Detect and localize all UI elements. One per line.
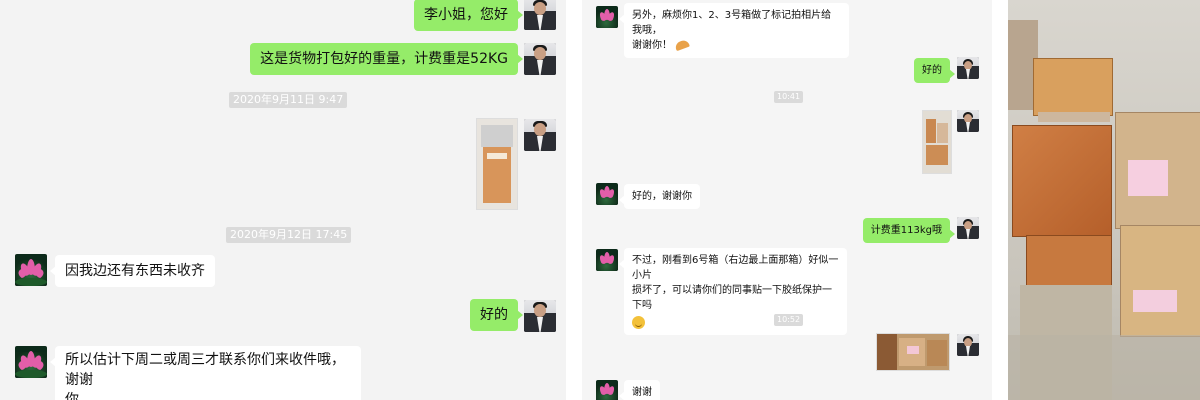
message-text: 谢谢 <box>632 387 652 398</box>
shipping-label <box>1133 290 1177 312</box>
message-text: 好的 <box>480 307 508 323</box>
pink-lotus-avatar[interactable] <box>596 183 618 205</box>
message-bubble-sent[interactable]: 这是货物打包好的重量，计费重是52KG <box>250 43 523 75</box>
cargo-boxes-photo <box>1008 0 1200 400</box>
message-bubble-sent[interactable]: 好的 <box>470 299 523 331</box>
message-bubble-received[interactable]: 所以估计下周二或周三才联系你们来收件哦，谢谢 你 <box>50 346 361 400</box>
message-text: 好的，谢谢你 <box>632 191 692 202</box>
image-message[interactable] <box>876 333 950 371</box>
taped-box <box>1120 225 1200 337</box>
muscle-emoji <box>674 38 691 52</box>
man-in-suit-avatar[interactable] <box>524 119 556 151</box>
message-bubble-received[interactable]: 谢谢 <box>619 380 660 400</box>
chat-panel-2: 另外，麻烦你1、2、3号箱做了标记拍相片给我哦， 谢谢你！ 好的 10:41 好… <box>582 0 992 400</box>
man-in-suit-avatar[interactable] <box>524 43 556 75</box>
pink-lotus-avatar[interactable] <box>15 346 47 378</box>
image-message[interactable] <box>922 110 952 174</box>
message-text: 好的 <box>922 65 942 76</box>
wrapped-box <box>1026 235 1112 287</box>
man-in-suit-avatar[interactable] <box>957 217 979 239</box>
message-bubble-received[interactable]: 好的，谢谢你 <box>619 184 700 209</box>
message-bubble-received[interactable]: 因我边还有东西未收齐 <box>50 255 215 287</box>
message-text-line: 谢谢你！ <box>632 38 841 53</box>
timestamp: 10:41 <box>774 91 804 103</box>
pink-lotus-avatar[interactable] <box>596 249 618 271</box>
floor <box>1008 335 1200 400</box>
man-in-suit-avatar[interactable] <box>524 300 556 332</box>
pink-lotus-avatar[interactable] <box>15 254 47 286</box>
chat-panel-1: 李小姐，您好 这是货物打包好的重量，计费重是52KG 2020年9月11日 9:… <box>0 0 566 400</box>
shipping-label <box>1128 160 1168 196</box>
message-bubble-sent[interactable]: 计费重113kg哦 <box>862 218 956 243</box>
man-in-suit-avatar[interactable] <box>957 57 979 79</box>
taped-box <box>1033 58 1113 116</box>
pink-lotus-avatar[interactable] <box>596 380 618 400</box>
message-text: 计费重113kg哦 <box>870 225 942 236</box>
smile-emoji <box>632 315 645 329</box>
message-bubble-sent[interactable]: 好的 <box>914 58 955 83</box>
timestamp: 10:52 <box>774 314 804 326</box>
message-bubble-sent[interactable]: 李小姐，您好 <box>414 0 523 31</box>
message-text: 谢谢你！ <box>632 40 672 51</box>
message-text: 李小姐，您好 <box>424 7 508 23</box>
message-bubble-received[interactable]: 另外，麻烦你1、2、3号箱做了标记拍相片给我哦， 谢谢你！ <box>619 3 849 58</box>
man-in-suit-avatar[interactable] <box>524 0 556 30</box>
message-text-line: 所以估计下周二或周三才联系你们来收件哦，谢谢 <box>65 352 345 388</box>
man-in-suit-avatar[interactable] <box>957 334 979 356</box>
wrapped-box <box>1012 125 1112 237</box>
box-edge <box>1038 112 1110 122</box>
man-in-suit-avatar[interactable] <box>957 110 979 132</box>
timestamp: 2020年9月11日 9:47 <box>229 92 348 108</box>
message-text-line: 另外，麻烦你1、2、3号箱做了标记拍相片给我哦， <box>632 10 832 36</box>
message-text-line: 你 <box>65 392 79 400</box>
pink-lotus-avatar[interactable] <box>596 6 618 28</box>
message-text: 这是货物打包好的重量，计费重是52KG <box>260 51 508 67</box>
message-text: 因我边还有东西未收齐 <box>65 263 205 279</box>
message-text-line: 不过，刚看到6号箱（右边最上面那箱）好似一小片 <box>632 255 839 281</box>
timestamp: 2020年9月12日 17:45 <box>226 227 352 243</box>
message-text-line: 损坏了，可以请你们的同事贴一下胶纸保护一下吗 <box>632 285 832 311</box>
image-message[interactable] <box>476 118 518 210</box>
message-bubble-received[interactable]: 不过，刚看到6号箱（右边最上面那箱）好似一小片 损坏了，可以请你们的同事贴一下胶… <box>619 248 847 335</box>
